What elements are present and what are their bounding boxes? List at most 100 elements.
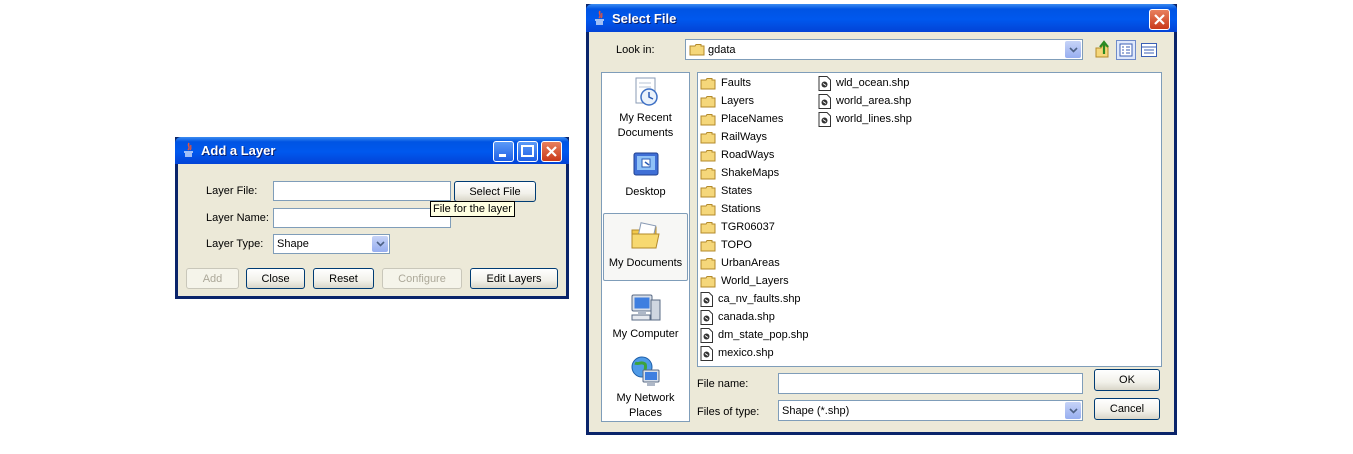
shapefile-icon bbox=[818, 111, 831, 127]
list-view-icon[interactable] bbox=[1116, 40, 1136, 60]
file-item[interactable]: wld_ocean.shp bbox=[818, 74, 909, 92]
my-documents-icon bbox=[631, 222, 660, 249]
place-desktop[interactable]: Desktop bbox=[603, 149, 688, 200]
file-item-label: ca_nv_faults.shp bbox=[718, 293, 801, 305]
my-computer-icon bbox=[631, 294, 660, 321]
place-desktop-label: Desktop bbox=[625, 186, 666, 198]
folder-item[interactable]: TOPO bbox=[700, 236, 752, 254]
place-recent-documents[interactable]: My Recent Documents bbox=[603, 75, 688, 141]
cancel-button[interactable]: Cancel bbox=[1094, 398, 1160, 420]
folder-item[interactable]: Stations bbox=[700, 200, 761, 218]
folder-icon bbox=[700, 257, 716, 269]
file-item[interactable]: dm_state_pop.shp bbox=[700, 326, 809, 344]
folder-icon bbox=[700, 167, 716, 179]
file-item-label: TGR06037 bbox=[721, 221, 775, 233]
close-icon bbox=[1154, 14, 1165, 25]
file-item[interactable]: canada.shp bbox=[700, 308, 775, 326]
file-item-label: RailWays bbox=[721, 131, 768, 143]
look-in-value: gdata bbox=[708, 44, 736, 56]
add-layer-body: Layer File: Select File Layer Name: Laye… bbox=[178, 164, 566, 296]
file-item-label: Layers bbox=[721, 95, 755, 107]
file-item[interactable]: ca_nv_faults.shp bbox=[700, 290, 801, 308]
folder-icon bbox=[700, 113, 716, 125]
file-item[interactable]: mexico.shp bbox=[700, 344, 774, 362]
folder-icon bbox=[689, 44, 705, 56]
file-item-label: States bbox=[721, 185, 753, 197]
layer-file-tooltip: File for the layer bbox=[430, 201, 515, 217]
chevron-down-icon[interactable] bbox=[1065, 41, 1081, 58]
recent-documents-icon bbox=[635, 77, 658, 106]
select-file-body: Look in: gdata My Recent Documents Deskt… bbox=[589, 32, 1174, 432]
configure-button[interactable]: Configure bbox=[382, 268, 462, 289]
layer-name-field[interactable] bbox=[273, 208, 451, 228]
chevron-down-icon[interactable] bbox=[1065, 402, 1081, 419]
chevron-down-icon[interactable] bbox=[372, 236, 388, 252]
files-of-type-label: Files of type: bbox=[697, 406, 760, 418]
folder-item[interactable]: World_Layers bbox=[700, 272, 789, 290]
layer-type-value: Shape bbox=[277, 238, 309, 250]
details-view-icon[interactable] bbox=[1139, 40, 1159, 60]
files-of-type-value: Shape (*.shp) bbox=[782, 405, 850, 417]
files-of-type-select[interactable]: Shape (*.shp) bbox=[778, 400, 1083, 421]
layer-name-label: Layer Name: bbox=[206, 212, 269, 224]
folder-item[interactable]: RoadWays bbox=[700, 146, 774, 164]
layer-file-label: Layer File: bbox=[206, 185, 258, 197]
folder-item[interactable]: States bbox=[700, 182, 752, 200]
place-my-documents-label: My Documents bbox=[608, 257, 683, 269]
folder-icon bbox=[700, 131, 716, 143]
file-item[interactable]: world_area.shp bbox=[818, 92, 911, 110]
folder-item[interactable]: Layers bbox=[700, 92, 754, 110]
select-file-titlebar[interactable]: Select File bbox=[586, 4, 1177, 32]
look-in-label: Look in: bbox=[616, 44, 655, 56]
minimize-button[interactable] bbox=[493, 141, 514, 162]
file-item-label: RoadWays bbox=[721, 149, 775, 161]
folder-item[interactable]: TGR06037 bbox=[700, 218, 775, 236]
file-list[interactable]: Faults Layers PlaceNames RailWays RoadWays Sh… bbox=[697, 72, 1162, 367]
up-one-level-icon[interactable] bbox=[1093, 40, 1113, 60]
folder-icon bbox=[700, 185, 716, 197]
folder-item[interactable]: ShakeMaps bbox=[700, 164, 779, 182]
folder-item[interactable]: UrbanAreas bbox=[700, 254, 780, 272]
add-layer-window: Add a Layer Layer File: Select File Laye… bbox=[175, 137, 569, 299]
place-network-places[interactable]: My Network Places bbox=[603, 355, 688, 421]
layer-type-select[interactable]: Shape bbox=[273, 234, 390, 254]
add-layer-titlebar[interactable]: Add a Layer bbox=[175, 137, 569, 164]
folder-item[interactable]: PlaceNames bbox=[700, 110, 783, 128]
file-item-label: mexico.shp bbox=[718, 347, 774, 359]
layer-file-field[interactable] bbox=[273, 181, 451, 201]
file-item-label: world_area.shp bbox=[836, 95, 912, 107]
folder-item[interactable]: RailWays bbox=[700, 128, 767, 146]
folder-icon bbox=[700, 95, 716, 107]
close-window-button[interactable] bbox=[541, 141, 562, 162]
folder-icon bbox=[700, 149, 716, 161]
places-bar: My Recent Documents Desktop My Documents bbox=[601, 72, 690, 422]
add-layer-title: Add a Layer bbox=[201, 143, 276, 158]
file-item-label: World_Layers bbox=[721, 275, 789, 287]
ok-button[interactable]: OK bbox=[1094, 369, 1160, 391]
file-item-label: ShakeMaps bbox=[721, 167, 780, 179]
shapefile-icon bbox=[818, 93, 831, 109]
maximize-icon bbox=[521, 145, 534, 157]
place-my-computer[interactable]: My Computer bbox=[603, 291, 688, 342]
folder-item[interactable]: Faults bbox=[700, 74, 751, 92]
select-file-window: Select File Look in: gdata My Recent Doc… bbox=[586, 4, 1177, 435]
file-name-field[interactable] bbox=[778, 373, 1083, 394]
select-file-button[interactable]: Select File bbox=[454, 181, 536, 202]
folder-icon bbox=[700, 203, 716, 215]
file-item[interactable]: world_lines.shp bbox=[818, 110, 912, 128]
place-my-documents[interactable]: My Documents bbox=[603, 213, 688, 281]
add-button[interactable]: Add bbox=[186, 268, 239, 289]
look-in-select[interactable]: gdata bbox=[685, 39, 1083, 60]
file-item-label: world_lines.shp bbox=[836, 113, 912, 125]
edit-layers-button[interactable]: Edit Layers bbox=[470, 268, 558, 289]
select-file-title: Select File bbox=[612, 11, 677, 26]
maximize-button[interactable] bbox=[517, 141, 538, 162]
close-dialog-button[interactable] bbox=[1149, 9, 1170, 30]
folder-icon bbox=[700, 239, 716, 251]
file-item-label: TOPO bbox=[721, 239, 752, 251]
java-icon bbox=[595, 10, 604, 25]
desktop-icon bbox=[633, 152, 658, 176]
shapefile-icon bbox=[700, 291, 713, 307]
close-button[interactable]: Close bbox=[246, 268, 305, 289]
reset-button[interactable]: Reset bbox=[313, 268, 374, 289]
